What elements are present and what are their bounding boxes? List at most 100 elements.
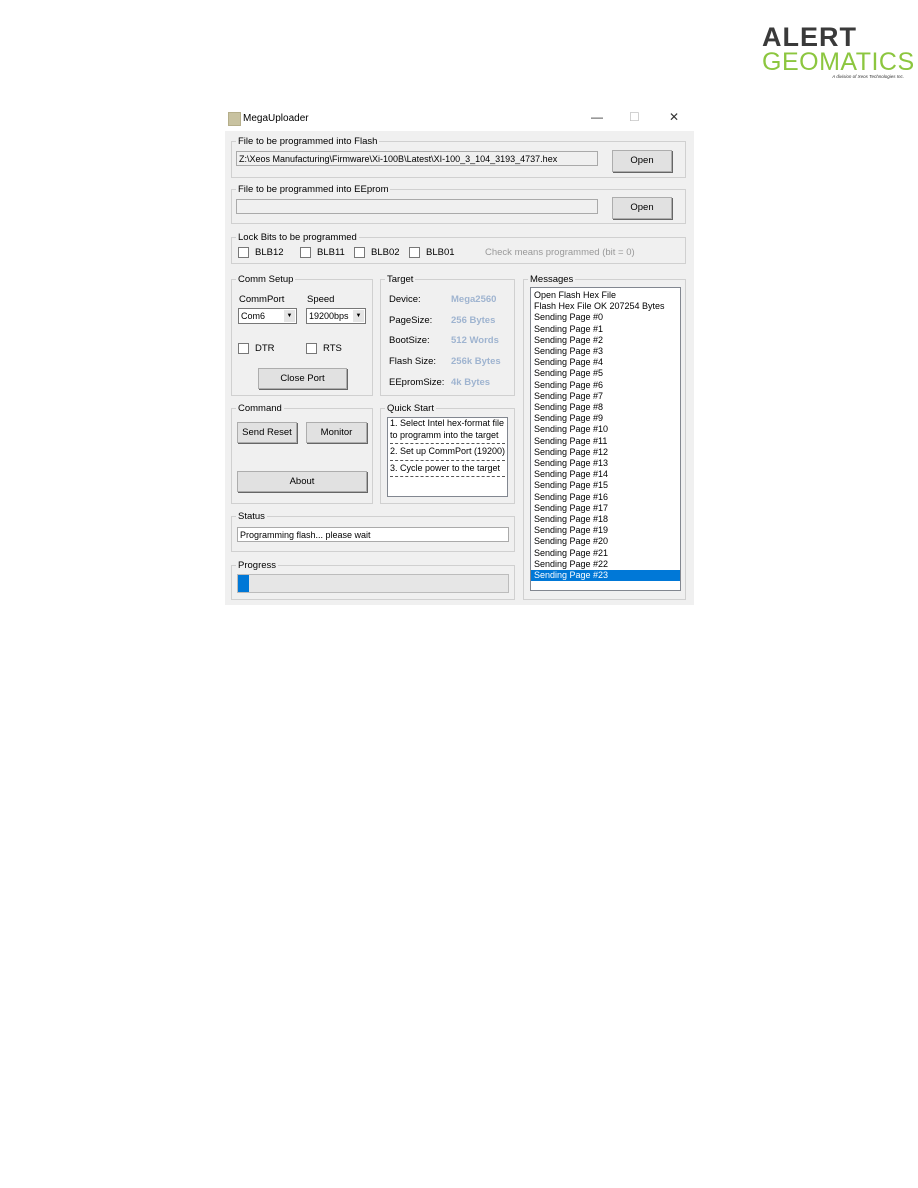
message-item[interactable]: Sending Page #4: [531, 357, 680, 368]
divider: [390, 443, 505, 444]
command-legend: Command: [238, 403, 282, 414]
eepromsize-label: EEpromSize:: [389, 377, 445, 388]
close-port-button[interactable]: Close Port: [258, 368, 347, 389]
checkbox-box[interactable]: [354, 247, 365, 258]
commport-value: Com6: [241, 311, 266, 321]
message-item[interactable]: Sending Page #19: [531, 525, 680, 536]
progress-legend: Progress: [238, 560, 277, 571]
alert-geomatics-logo: ALERT GEOMATICS A division of Xeos Techn…: [762, 22, 915, 80]
blb12-label: BLB12: [255, 247, 284, 258]
device-value: Mega2560: [451, 294, 497, 305]
speed-label: Speed: [307, 294, 335, 305]
checkbox-box[interactable]: [409, 247, 420, 258]
flash-path-field[interactable]: Z:\Xeos Manufacturing\Firmware\Xi-100B\L…: [236, 151, 598, 166]
message-item[interactable]: Sending Page #23: [531, 570, 680, 582]
logo-line1: ALERT: [762, 22, 857, 52]
blb01-checkbox[interactable]: BLB01: [409, 247, 455, 258]
rts-checkbox[interactable]: RTS: [306, 343, 342, 354]
blb02-checkbox[interactable]: BLB02: [354, 247, 400, 258]
message-item[interactable]: Sending Page #21: [531, 548, 680, 559]
rts-label: RTS: [323, 343, 342, 354]
message-item[interactable]: Sending Page #1: [531, 324, 680, 335]
app-icon: [228, 112, 241, 126]
commport-select[interactable]: Com6 ▼: [238, 308, 297, 324]
eeprom-legend: File to be programmed into EEprom: [238, 184, 389, 195]
message-item[interactable]: Sending Page #0: [531, 312, 680, 323]
step1a: 1. Select Intel hex-format file: [390, 418, 505, 428]
speed-select[interactable]: 19200bps ▼: [306, 308, 366, 324]
title-bar: MegaUploader — ☐ ✕: [225, 107, 694, 131]
message-item[interactable]: Sending Page #7: [531, 391, 680, 402]
progress-bar: [237, 574, 509, 593]
message-item[interactable]: Sending Page #6: [531, 380, 680, 391]
eepromsize-value: 4k Bytes: [451, 377, 491, 388]
message-item[interactable]: Sending Page #16: [531, 492, 680, 503]
quick-start-text: 1. Select Intel hex-format file to progr…: [387, 417, 508, 497]
megauploader-window: MegaUploader — ☐ ✕ File to be programmed…: [225, 107, 694, 605]
monitor-button[interactable]: Monitor: [306, 422, 367, 443]
divider: [390, 476, 505, 477]
pagesize-label: PageSize:: [389, 315, 433, 326]
checkbox-box[interactable]: [238, 247, 249, 258]
message-item[interactable]: Sending Page #11: [531, 436, 680, 447]
message-item[interactable]: Sending Page #18: [531, 514, 680, 525]
blb12-checkbox[interactable]: BLB12: [238, 247, 284, 258]
status-field: Programming flash... please wait: [237, 527, 509, 542]
message-item[interactable]: Sending Page #5: [531, 368, 680, 379]
message-item[interactable]: Sending Page #17: [531, 503, 680, 514]
message-item[interactable]: Sending Page #10: [531, 424, 680, 435]
message-item[interactable]: Sending Page #13: [531, 458, 680, 469]
device-label: Device:: [389, 294, 421, 305]
comm-legend: Comm Setup: [238, 274, 294, 285]
flashsize-value: 256k Bytes: [451, 356, 501, 367]
logo-line2: GEOMATICS: [762, 48, 915, 76]
flash-open-button[interactable]: Open: [612, 150, 672, 172]
commport-label: CommPort: [239, 294, 285, 305]
send-reset-button[interactable]: Send Reset: [237, 422, 297, 443]
target-legend: Target: [387, 274, 414, 285]
bootsize-value: 512 Words: [451, 335, 499, 346]
maximize-button[interactable]: ☐: [629, 110, 640, 124]
blb02-label: BLB02: [371, 247, 400, 258]
message-item[interactable]: Open Flash Hex File: [531, 290, 680, 301]
minimize-button[interactable]: —: [591, 110, 603, 124]
quickstart-legend: Quick Start: [387, 403, 434, 414]
lockbits-note: Check means programmed (bit = 0): [485, 247, 635, 258]
blb01-label: BLB01: [426, 247, 455, 258]
step2: 2. Set up CommPort (19200): [390, 446, 506, 456]
message-item[interactable]: Sending Page #14: [531, 469, 680, 480]
message-item[interactable]: Sending Page #12: [531, 447, 680, 458]
about-button[interactable]: About: [237, 471, 367, 492]
message-item[interactable]: Flash Hex File OK 207254 Bytes: [531, 301, 680, 312]
message-item[interactable]: Sending Page #9: [531, 413, 680, 424]
speed-value: 19200bps: [309, 311, 349, 321]
divider: [390, 459, 505, 461]
step3: 3. Cycle power to the target: [390, 462, 501, 473]
message-item[interactable]: Sending Page #3: [531, 346, 680, 357]
message-item[interactable]: Sending Page #8: [531, 402, 680, 413]
message-item[interactable]: Sending Page #22: [531, 559, 680, 570]
status-legend: Status: [238, 511, 265, 522]
message-item[interactable]: Sending Page #20: [531, 536, 680, 547]
messages-legend: Messages: [530, 274, 574, 285]
message-item[interactable]: Sending Page #15: [531, 480, 680, 491]
checkbox-box[interactable]: [306, 343, 317, 354]
window-title: MegaUploader: [243, 113, 309, 124]
close-button[interactable]: ✕: [669, 110, 679, 124]
blb11-label: BLB11: [317, 247, 345, 258]
message-item[interactable]: Sending Page #2: [531, 335, 680, 346]
eeprom-path-field[interactable]: [236, 199, 598, 214]
step1b: to programm into the target: [390, 429, 499, 440]
flashsize-label: Flash Size:: [389, 356, 436, 367]
dtr-checkbox[interactable]: DTR: [238, 343, 275, 354]
progress-fill: [238, 575, 249, 592]
messages-list[interactable]: Open Flash Hex File Flash Hex File OK 207…: [530, 287, 681, 591]
eeprom-open-button[interactable]: Open: [612, 197, 672, 219]
chevron-down-icon[interactable]: ▼: [353, 310, 364, 322]
checkbox-box[interactable]: [238, 343, 249, 354]
dtr-label: DTR: [255, 343, 275, 354]
pagesize-value: 256 Bytes: [451, 315, 496, 326]
chevron-down-icon[interactable]: ▼: [284, 310, 295, 322]
checkbox-box[interactable]: [300, 247, 311, 258]
blb11-checkbox[interactable]: BLB11: [300, 247, 345, 258]
